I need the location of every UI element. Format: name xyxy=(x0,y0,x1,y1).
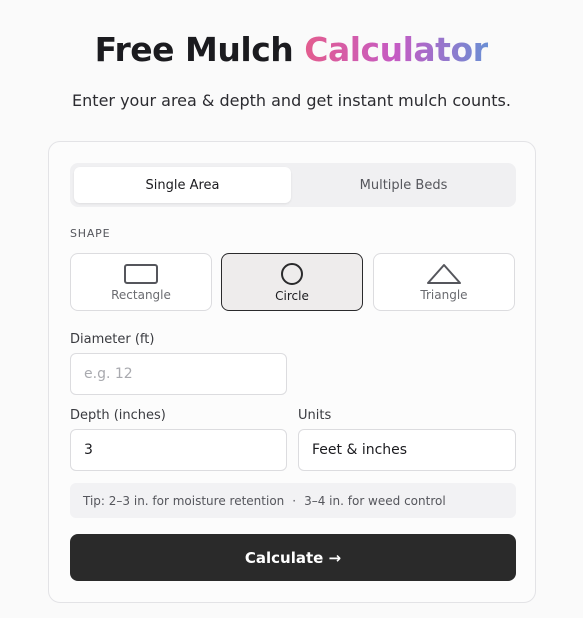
shape-option-circle[interactable]: Circle xyxy=(221,253,363,311)
title-accent: Calculator xyxy=(304,30,489,69)
diameter-label: Diameter (ft) xyxy=(70,332,155,347)
tip-text-moisture: Tip: 2–3 in. for moisture retention xyxy=(83,493,285,508)
circle-icon xyxy=(281,262,303,285)
shape-option-label: Triangle xyxy=(420,287,468,302)
units-label: Units xyxy=(298,408,332,423)
mode-tabs: Single Area Multiple Beds xyxy=(70,163,516,207)
shape-option-label: Rectangle xyxy=(111,287,171,302)
tab-multiple-beds[interactable]: Multiple Beds xyxy=(295,167,512,203)
shape-option-triangle[interactable]: Triangle xyxy=(373,253,515,311)
page-title: Free Mulch Calculator xyxy=(0,30,583,70)
triangle-icon xyxy=(427,263,461,284)
depth-label: Depth (inches) xyxy=(70,408,166,423)
units-select[interactable]: Feet & inches xyxy=(298,429,516,471)
title-main: Free Mulch xyxy=(94,30,305,69)
tip-box: Tip: 2–3 in. for moisture retention · 3–… xyxy=(70,483,516,518)
page-subtitle: Enter your area & depth and get instant … xyxy=(72,91,511,110)
calculate-button[interactable]: Calculate → xyxy=(70,534,516,581)
shape-option-rectangle[interactable]: Rectangle xyxy=(70,253,212,311)
shape-option-label: Circle xyxy=(275,288,309,303)
tab-single-area[interactable]: Single Area xyxy=(74,167,291,203)
shape-section-label: SHAPE xyxy=(70,227,111,240)
tip-separator: · xyxy=(292,493,297,508)
tip-text-weed: 3–4 in. for weed control xyxy=(304,493,446,508)
rectangle-icon xyxy=(124,263,158,284)
depth-input[interactable]: 3 xyxy=(70,429,287,471)
calculator-card: Single Area Multiple Beds SHAPE Rectangl… xyxy=(48,141,536,603)
diameter-input[interactable]: e.g. 12 xyxy=(70,353,287,395)
